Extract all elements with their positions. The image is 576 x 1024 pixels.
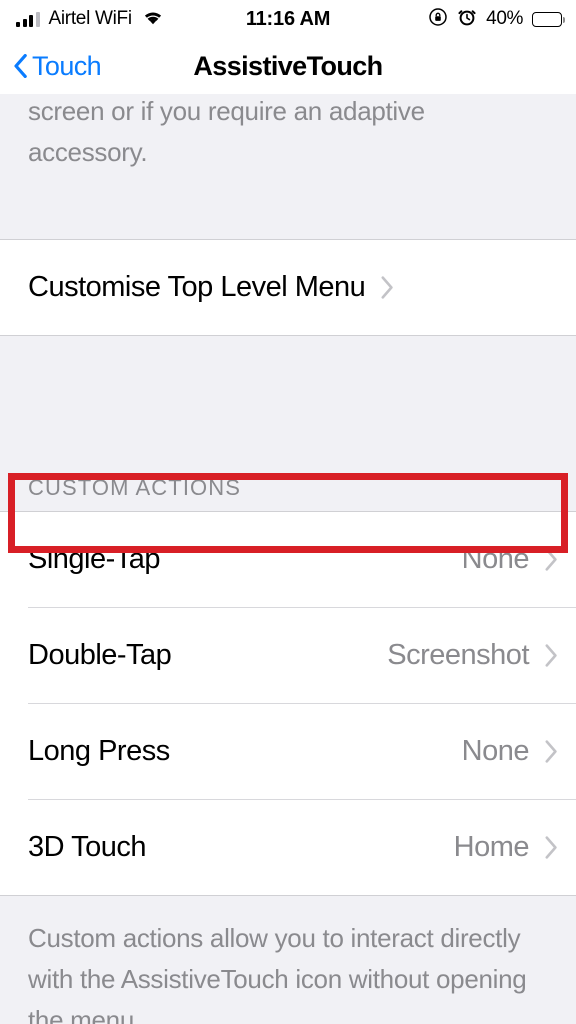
chevron-right-icon <box>545 740 558 763</box>
row-value: Screenshot <box>387 639 529 671</box>
intro-note: iPhone if you have difficulty touching t… <box>28 96 425 167</box>
navigation-bar: Touch AssistiveTouch <box>0 38 576 94</box>
section-bottom-hairline <box>0 335 576 336</box>
chevron-left-icon <box>14 54 27 78</box>
row-label: 3D Touch <box>28 831 147 863</box>
status-bar-right: 40% <box>428 7 566 32</box>
menu-group: Customise Top Level Menu <box>0 240 576 335</box>
section-header-custom-actions: CUSTOM ACTIONS <box>28 475 242 500</box>
custom-actions-section: CUSTOM ACTIONS Single-Tap None Double-Ta… <box>0 429 576 1024</box>
carrier-label: Airtel WiFi <box>48 8 133 29</box>
row-customise-top-level-menu[interactable]: Customise Top Level Menu <box>0 240 576 335</box>
row-value: Home <box>453 831 530 863</box>
intro-note-container: iPhone if you have difficulty touching t… <box>0 94 576 239</box>
custom-actions-footer-note: Custom actions allow you to interact dir… <box>28 923 527 1024</box>
iphone-screen: Airtel WiFi 11:16 AM 40% Touch Assistive… <box>0 0 576 1024</box>
menu-section: Customise Top Level Menu <box>0 239 576 336</box>
row-3d-touch[interactable]: 3D Touch Home <box>0 800 576 895</box>
battery-icon <box>532 11 566 27</box>
row-value: None <box>461 543 530 575</box>
chevron-right-icon <box>545 644 558 667</box>
row-label: Single-Tap <box>28 543 161 575</box>
status-bar-left: Airtel WiFi <box>16 8 165 31</box>
alarm-clock-icon <box>457 7 477 32</box>
back-button-label: Touch <box>32 50 102 81</box>
row-label: Customise Top Level Menu <box>28 271 366 303</box>
row-double-tap[interactable]: Double-Tap Screenshot <box>0 608 576 703</box>
status-bar: Airtel WiFi 11:16 AM 40% <box>0 0 576 38</box>
wifi-icon <box>141 8 165 31</box>
row-long-press[interactable]: Long Press None <box>0 704 576 799</box>
signal-bars-icon <box>16 11 40 27</box>
battery-percent-label: 40% <box>486 8 523 29</box>
settings-list[interactable]: iPhone if you have difficulty touching t… <box>0 94 576 1024</box>
row-single-tap[interactable]: Single-Tap None <box>0 512 576 607</box>
chevron-right-icon <box>381 276 394 299</box>
custom-actions-group: Single-Tap None Double-Tap Screenshot Lo… <box>0 512 576 895</box>
row-label: Double-Tap <box>28 639 172 671</box>
chevron-right-icon <box>545 548 558 571</box>
row-value: None <box>461 735 530 767</box>
chevron-right-icon <box>545 836 558 859</box>
rotation-lock-icon <box>428 7 448 32</box>
back-button[interactable]: Touch <box>14 50 102 82</box>
row-label: Long Press <box>28 735 170 767</box>
